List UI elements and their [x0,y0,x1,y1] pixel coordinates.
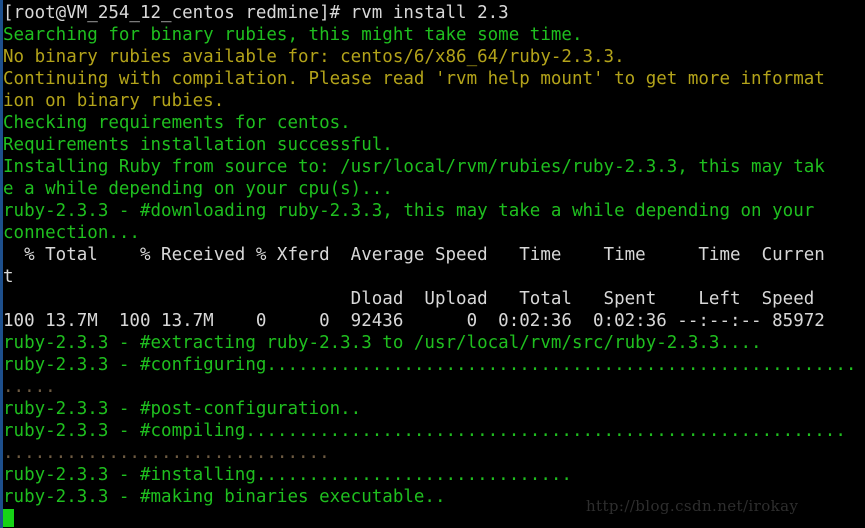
terminal-line-warning: ion on binary rubies. [3,91,225,111]
window-left-border [0,0,3,528]
terminal-line-output: Requirements installation successful. [3,135,393,155]
terminal-window[interactable]: [root@VM_254_12_centos redmine]# rvm ins… [0,0,865,528]
curl-table-header: % Total % Received % Xferd Average Speed… [3,245,825,265]
watermark-text: http://blog.csdn.net/irokay [586,497,799,515]
terminal-line-output: connection... [3,223,140,243]
terminal-line-output: e a while depending on your cpu(s)... [3,179,393,199]
terminal-line-progress-wrap: ............................... [3,443,330,463]
terminal-line-warning: Continuing with compilation. Please read… [3,69,825,89]
curl-table-subheader: Dload Upload Total Spent Left Speed [3,289,815,309]
terminal-line-progress: ruby-2.3.3 - #compiling.................… [3,421,846,441]
terminal-output-area[interactable]: [root@VM_254_12_centos redmine]# rvm ins… [3,0,865,528]
terminal-line-output: Checking requirements for centos. [3,113,351,133]
terminal-line-progress-wrap: ..... [3,377,56,397]
terminal-line-output: ruby-2.3.3 - #downloading ruby-2.3.3, th… [3,201,815,221]
terminal-line-output: ruby-2.3.3 - #post-configuration.. [3,399,362,419]
terminal-line-output: Searching for binary rubies, this might … [3,25,583,45]
text-cursor [3,509,14,527]
curl-table-row: 100 13.7M 100 13.7M 0 0 92436 0 0:02:36 … [3,311,825,331]
terminal-line-output: ruby-2.3.3 - #extracting ruby-2.3.3 to /… [3,333,762,353]
terminal-line-command: [root@VM_254_12_centos redmine]# rvm ins… [3,3,509,23]
terminal-line-progress: ruby-2.3.3 - #installing................… [3,465,572,485]
curl-table-header-wrap: t [3,267,14,287]
terminal-line-output: Installing Ruby from source to: /usr/loc… [3,157,825,177]
terminal-line-warning: No binary rubies available for: centos/6… [3,47,625,67]
terminal-line-progress: ruby-2.3.3 - #configuring...............… [3,355,857,375]
